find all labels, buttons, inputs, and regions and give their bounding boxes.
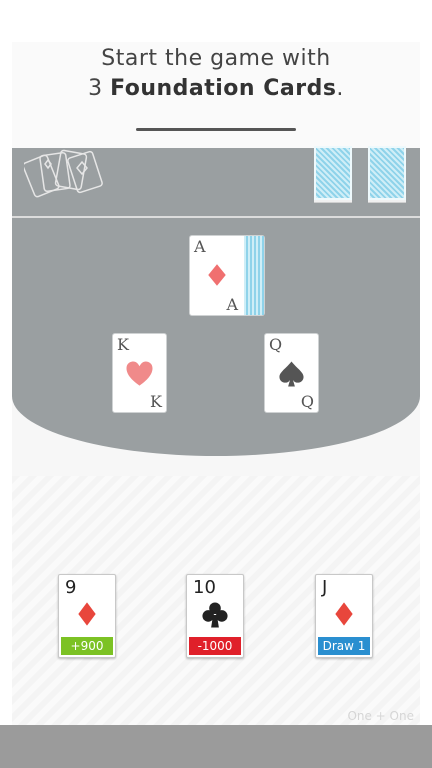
club-icon [202,602,228,628]
score-badge: -1000 [189,637,241,655]
hand-card-3[interactable]: J Draw 1 [315,574,373,658]
card-rank: 9 [65,577,77,598]
card-rank-bottom: Q [300,392,314,411]
foundation-card-right[interactable]: Q Q [264,333,319,413]
foundation-card-center[interactable]: A A [189,235,265,316]
foundation-card-left[interactable]: K K [112,333,167,413]
headline-line-1: Start the game with [101,46,331,71]
hand-card-1[interactable]: 9 +900 [58,574,116,658]
card-rank: J [322,577,328,598]
tutorial-panel: Start the game with 3 Foundation Cards. … [12,42,420,725]
bottom-bar [0,725,432,768]
card-rank-bottom: A [226,295,238,314]
diamond-icon [335,602,353,626]
heart-icon [126,361,153,386]
brand-label: One + One [347,709,414,723]
headline-line-2: 3 Foundation Cards. [12,76,420,101]
action-badge: Draw 1 [318,637,370,655]
headline-suffix: . [336,76,344,101]
deck-icon[interactable] [368,146,406,200]
diamond-icon [78,602,96,626]
card-rank-bottom: K [150,392,162,411]
spade-icon [279,361,304,387]
card-rank: K [117,335,129,354]
card-fan-icon[interactable] [24,148,106,200]
headline: Start the game with 3 Foundation Cards. [12,42,420,148]
deck-icon[interactable] [314,146,352,200]
card-rank: Q [269,335,283,354]
headline-prefix: 3 [88,76,111,101]
card-rank: A [194,237,206,256]
headline-underline [136,128,296,131]
card-rank: 10 [193,577,216,598]
headline-bold: Foundation Cards [110,76,337,101]
hand-card-2[interactable]: 10 -1000 [186,574,244,658]
score-badge: +900 [61,637,113,655]
card-back-stripe [242,236,264,315]
